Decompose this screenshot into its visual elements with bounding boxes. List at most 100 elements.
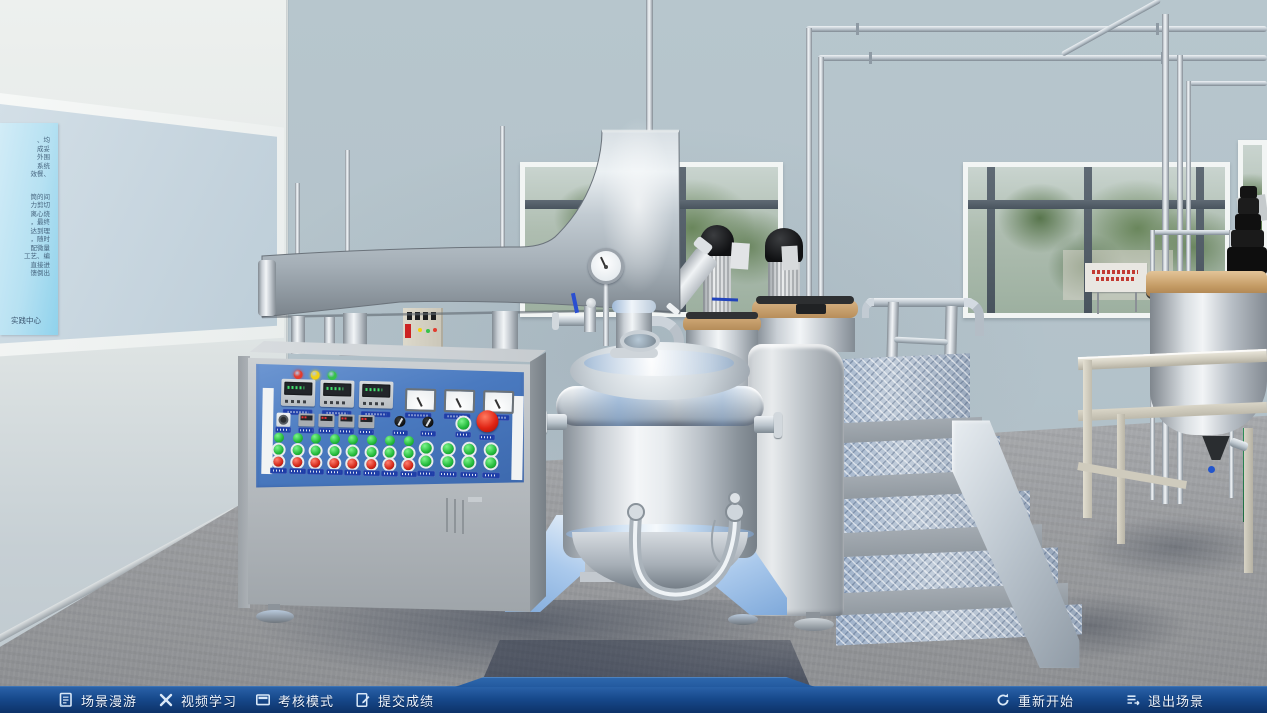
gauge-needle: [416, 397, 422, 407]
gauge-needle: [455, 398, 461, 408]
toolbar-hump: [455, 677, 815, 687]
panel-label-chip: [288, 468, 305, 474]
panel-label-chip: [325, 469, 342, 475]
toolbar-item-scene-roam[interactable]: 场景漫游: [58, 687, 137, 713]
console-vent: [454, 499, 456, 533]
console-panel[interactable]: [256, 362, 524, 490]
panel-button-green-ring: [274, 445, 284, 455]
rotary-knob: [394, 416, 405, 427]
temp-controller: [281, 379, 316, 407]
panel-button-green: [329, 434, 339, 444]
gauge-needle: [494, 399, 500, 409]
start-button: [457, 417, 469, 429]
controller-display: [362, 384, 390, 398]
scene-viewport[interactable]: 、均成妥外围系统效餐、筒的间力剪切离心烧，最终达到理，随时配微量工艺、编直接进馈…: [0, 0, 1267, 686]
panel-button-green-ring: [421, 442, 432, 453]
panel-label-chip: [298, 427, 314, 433]
monitor-icon: [255, 692, 271, 708]
toolbar-item-video-learning[interactable]: 视频学习: [158, 687, 237, 713]
console-vent: [462, 500, 464, 534]
panel-button-red-ring: [347, 459, 357, 469]
status-light: [294, 370, 303, 379]
panel-label-chip: [455, 431, 471, 437]
emergency-stop-button: [476, 410, 499, 433]
bottom-toolbar: 场景漫游 视频学习 考核模式 提交成绩 重新开始 退出场景: [0, 686, 1267, 713]
console-vent: [446, 498, 448, 532]
panel-button-green-ring: [464, 444, 475, 455]
panel-button-green-ring: [442, 456, 453, 467]
panel-button-red-ring: [329, 458, 339, 468]
control-console: [0, 0, 1267, 686]
panel-label-chip: [344, 469, 361, 475]
panel-button-green: [348, 435, 358, 445]
app-window: 、均成妥外围系统效餐、筒的间力剪切离心烧，最终达到理，随时配微量工艺、编直接进馈…: [0, 0, 1267, 713]
panel-label-chip: [439, 471, 457, 477]
panel-label-chip: [318, 428, 334, 434]
analog-gauge: [405, 388, 437, 412]
panel-button-red-ring: [292, 457, 302, 467]
panel-button-green: [274, 433, 284, 443]
controller-display: [284, 382, 312, 396]
doc-icon: [58, 692, 74, 708]
panel-button-green-ring: [384, 448, 394, 458]
toolbar-item-exam-mode[interactable]: 考核模式: [255, 687, 334, 713]
panel-button-green-ring: [486, 444, 497, 455]
panel-widgets: [253, 362, 524, 497]
panel-button-green: [292, 433, 302, 443]
analog-gauge: [444, 389, 476, 413]
toolbar-item-exit-scene[interactable]: 退出场景: [1125, 687, 1204, 713]
panel-button-green-ring: [442, 443, 453, 454]
toolbar-item-restart[interactable]: 重新开始: [995, 687, 1074, 713]
toolbar-item-label: 重新开始: [1018, 691, 1074, 710]
panel-button-green-ring: [347, 447, 357, 457]
panel-label-chip: [399, 471, 416, 477]
panel-label-chip: [417, 470, 435, 476]
panel-label-chip: [270, 467, 287, 473]
console-right-side: [530, 350, 546, 612]
toolbar-item-label: 退出场景: [1148, 691, 1204, 710]
controller-keys: [363, 402, 387, 406]
panel-label-chip: [307, 468, 324, 474]
mini-display: [358, 415, 374, 428]
tools-icon: [158, 692, 174, 708]
panel-button-green: [311, 434, 321, 444]
panel-label-chip: [381, 470, 398, 476]
mini-display: [318, 414, 334, 427]
toolbar-item-label: 场景漫游: [81, 691, 137, 710]
panel-button-green-ring: [485, 457, 496, 468]
toolbar-item-submit-score[interactable]: 提交成绩: [355, 687, 434, 713]
panel-button-red-ring: [310, 458, 320, 468]
panel-label-chip: [482, 472, 500, 478]
status-light: [328, 371, 337, 380]
panel-button-green-ring: [366, 447, 376, 457]
panel-button-green-ring: [329, 446, 339, 456]
panel-button-green-ring: [464, 457, 475, 468]
panel-button-red-ring: [273, 457, 283, 467]
mini-display: [298, 413, 314, 426]
exit-icon: [1125, 692, 1141, 708]
toolbar-item-label: 视频学习: [181, 691, 237, 710]
panel-button-red-ring: [403, 460, 413, 470]
toolbar-item-label: 考核模式: [278, 691, 334, 710]
panel-button-green-ring: [310, 446, 320, 456]
panel-button-green-ring: [292, 445, 302, 455]
console-foot-disc: [256, 610, 294, 623]
panel-button-green: [385, 436, 395, 446]
restart-icon: [995, 692, 1011, 708]
controller-keys: [285, 400, 309, 404]
panel-label-chip: [460, 472, 478, 478]
panel-button-green: [403, 436, 413, 446]
panel-button-red-ring: [384, 460, 394, 470]
console-latch: [468, 497, 482, 502]
temp-controller: [359, 381, 394, 409]
console-foot-disc: [728, 614, 758, 625]
status-light: [311, 370, 320, 379]
toolbar-item-label: 提交成绩: [378, 691, 434, 710]
controller-display: [323, 383, 351, 397]
panel-button-green-ring: [420, 455, 431, 466]
mini-display: [338, 414, 354, 427]
panel-button-green-ring: [403, 448, 413, 458]
selector-knob: [276, 413, 290, 427]
panel-button-green: [366, 435, 376, 445]
temp-controller: [320, 380, 355, 408]
